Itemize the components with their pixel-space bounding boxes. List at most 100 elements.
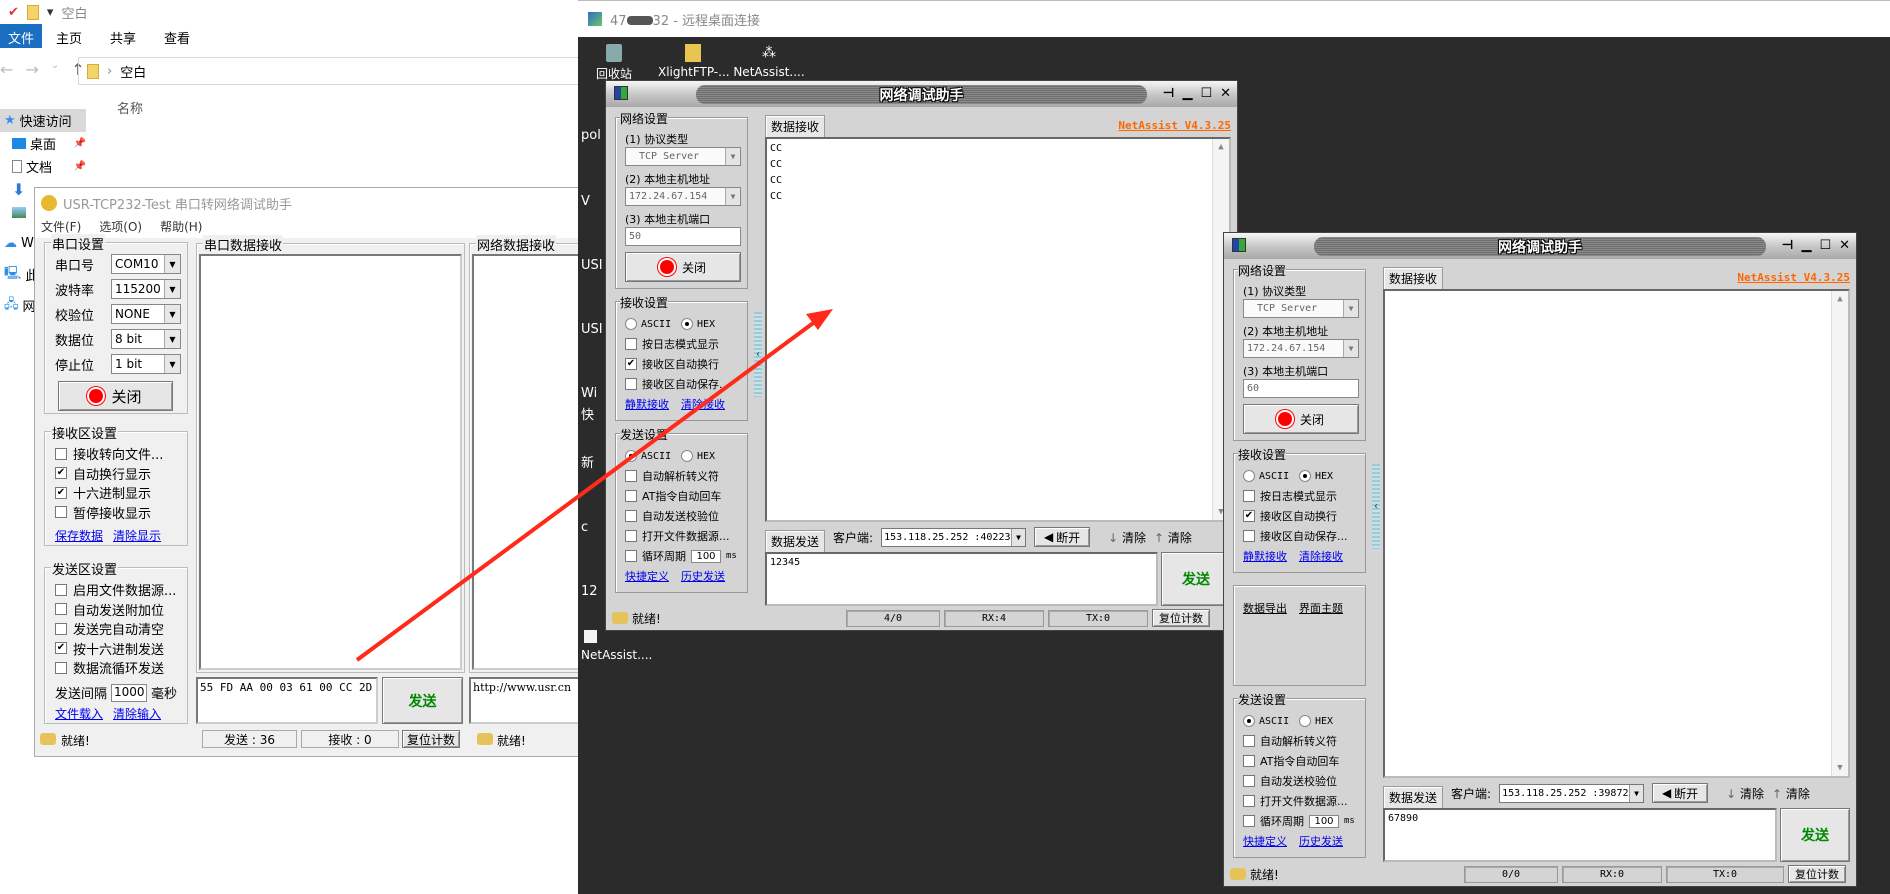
interval-input[interactable]: 1000 — [111, 683, 148, 702]
chevron-down-icon[interactable]: ▼ — [1343, 340, 1358, 357]
receive-link-0[interactable]: 静默接收 — [1243, 548, 1287, 564]
checkbox-row[interactable]: 自动发送校验位 — [1243, 771, 1359, 791]
clear-send-button[interactable]: ↓ 清除 — [1108, 529, 1146, 546]
clear-receive-button[interactable]: ↑ 清除 — [1154, 529, 1192, 546]
checkbox-row[interactable]: ✔ 接收区自动换行 — [625, 354, 741, 374]
checkbox-row[interactable]: ✔ 十六进制显示 — [55, 483, 151, 502]
checkbox-row[interactable]: 按日志模式显示 — [1243, 486, 1359, 506]
checkbox[interactable] — [1243, 755, 1255, 767]
chevron-down-icon[interactable]: ▼ — [164, 255, 180, 273]
checkbox[interactable] — [55, 506, 67, 518]
checkbox[interactable]: ✔ — [1243, 510, 1255, 522]
cycle-input[interactable]: 100 — [691, 549, 721, 563]
save-data-link[interactable]: 保存数据 — [55, 527, 103, 544]
ribbon-tab-share[interactable]: 共享 — [96, 24, 150, 48]
recent-chevron-icon[interactable]: ⌄ — [51, 60, 59, 79]
cycle-input[interactable]: 100 — [1309, 814, 1339, 828]
port-input[interactable]: 60 — [1243, 379, 1359, 398]
checkbox[interactable] — [55, 447, 67, 460]
ascii-radio[interactable] — [625, 318, 637, 330]
tab-send[interactable]: 数据发送 — [765, 530, 826, 552]
extra-link-0[interactable]: 数据导出 — [1243, 600, 1287, 616]
ascii-radio[interactable] — [1243, 470, 1255, 482]
checkbox[interactable] — [625, 470, 637, 482]
title-bar[interactable]: 网络调试助手 ⊣ ▁ ☐ ✕ — [1224, 233, 1856, 259]
checkbox-row[interactable]: 自动发送校验位 — [625, 506, 741, 526]
customize-toolbar-icon[interactable]: ▾ — [47, 5, 54, 20]
checkbox[interactable]: ✔ — [625, 358, 637, 370]
field-select[interactable]: 8 bit ▼ — [111, 329, 181, 349]
checkbox[interactable] — [625, 490, 637, 502]
checkbox-row[interactable]: 自动解析转义符 — [625, 466, 741, 486]
desktop-icon-label[interactable]: 新 — [581, 452, 594, 471]
title-bar[interactable]: 网络调试助手 ⊣ ▁ ☐ ✕ — [606, 81, 1237, 107]
checkbox[interactable] — [55, 603, 67, 615]
desktop-icon-label[interactable]: 快 — [581, 404, 594, 423]
client-select[interactable]: 153.118.25.252 :40223 ▼ — [881, 527, 1027, 547]
disconnect-button[interactable]: ◀ 断开 — [1034, 527, 1091, 547]
maximize-icon[interactable]: ☐ — [1200, 86, 1212, 101]
checkbox[interactable] — [625, 530, 637, 542]
sidebar-item-desktop[interactable]: 桌面 📌 — [0, 132, 86, 155]
hex-radio[interactable] — [1299, 715, 1311, 727]
receive-link-0[interactable]: 静默接收 — [625, 396, 669, 412]
protocol-select[interactable]: TCP Server ▼ — [625, 147, 741, 166]
send-link-0[interactable]: 快捷定义 — [1243, 833, 1287, 849]
netassist-shortcut-label[interactable]: NetAssist.... — [581, 648, 652, 662]
version-link[interactable]: NetAssist V4.3.25 — [1737, 271, 1850, 284]
column-header-name[interactable]: 名称 — [117, 98, 143, 117]
tab-send[interactable]: 数据发送 — [1383, 786, 1444, 808]
checkbox[interactable] — [55, 661, 67, 674]
send-link-1[interactable]: 历史发送 — [1299, 833, 1343, 849]
checkbox[interactable] — [55, 583, 67, 596]
minimize-icon[interactable]: ▁ — [1801, 238, 1811, 253]
desktop-icon-label[interactable]: pol — [581, 128, 601, 143]
receive-area[interactable]: ▲ ▼ — [1383, 289, 1850, 778]
chevron-down-icon[interactable]: ▼ — [164, 355, 180, 373]
close-connection-button[interactable]: 关闭 — [1243, 404, 1359, 434]
port-input[interactable]: 50 — [625, 227, 741, 246]
load-file-link[interactable]: 文件载入 — [55, 705, 103, 722]
scroll-up-icon[interactable]: ▲ — [1837, 291, 1842, 307]
checkbox[interactable]: ✔ — [55, 467, 67, 479]
desktop-icon-label[interactable]: USI — [581, 322, 603, 337]
host-select[interactable]: 172.24.67.154 ▼ — [625, 187, 741, 206]
checkbox-row[interactable]: AT指令自动回车 — [625, 486, 741, 506]
close-connection-button[interactable]: 关闭 — [625, 252, 741, 282]
clear-display-link[interactable]: 清除显示 — [113, 527, 161, 544]
collapse-panel-handle[interactable]: ‹ — [754, 312, 762, 397]
chevron-down-icon[interactable]: ▼ — [1010, 528, 1026, 546]
checkbox-row[interactable]: 按日志模式显示 — [625, 334, 741, 354]
send-link-0[interactable]: 快捷定义 — [625, 568, 669, 584]
forward-icon[interactable]: → — [25, 60, 38, 79]
reset-count-button[interactable]: 复位计数 — [402, 730, 460, 748]
checkbox-row[interactable]: ✔ 按十六进制发送 — [55, 639, 164, 658]
checkbox-row[interactable]: ✔ 接收区自动换行 — [1243, 506, 1359, 526]
desktop-icon-label[interactable]: 12 — [581, 584, 598, 599]
close-port-button[interactable]: 关闭 — [58, 381, 173, 411]
chevron-down-icon[interactable]: ▼ — [725, 188, 740, 205]
chevron-down-icon[interactable]: ▼ — [1343, 300, 1358, 317]
sidebar-item-documents[interactable]: 文档 📌 — [0, 155, 86, 178]
serial-receive-area[interactable] — [199, 254, 462, 670]
checkbox-row[interactable]: 接收转向文件... — [55, 444, 163, 463]
tab-receive[interactable]: 数据接收 — [765, 115, 826, 137]
receive-area[interactable]: CC CC CC CC ▲ ▼ — [765, 137, 1231, 522]
checkbox-row[interactable]: AT指令自动回车 — [1243, 751, 1359, 771]
checkbox[interactable] — [1243, 530, 1255, 542]
ascii-radio[interactable] — [625, 450, 637, 462]
host-select[interactable]: 172.24.67.154 ▼ — [1243, 339, 1359, 358]
client-select[interactable]: 153.118.25.252 :39872 ▼ — [1499, 783, 1645, 803]
scroll-down-icon[interactable]: ▼ — [1837, 760, 1842, 776]
checkbox-row[interactable]: 打开文件数据源... — [1243, 791, 1359, 811]
send-link-1[interactable]: 历史发送 — [681, 568, 725, 584]
hex-radio[interactable] — [1299, 470, 1311, 482]
checkbox[interactable] — [625, 550, 637, 562]
chevron-down-icon[interactable]: ▼ — [1628, 784, 1644, 802]
chevron-down-icon[interactable]: ▼ — [725, 148, 740, 165]
desktop-icon-xlightftp[interactable]: XlightFTP-... — [658, 44, 730, 79]
field-select[interactable]: 1 bit ▼ — [111, 354, 181, 374]
checkbox[interactable] — [625, 378, 637, 390]
close-icon[interactable]: ✕ — [1839, 238, 1850, 253]
properties-icon[interactable]: ✔ — [8, 5, 19, 20]
